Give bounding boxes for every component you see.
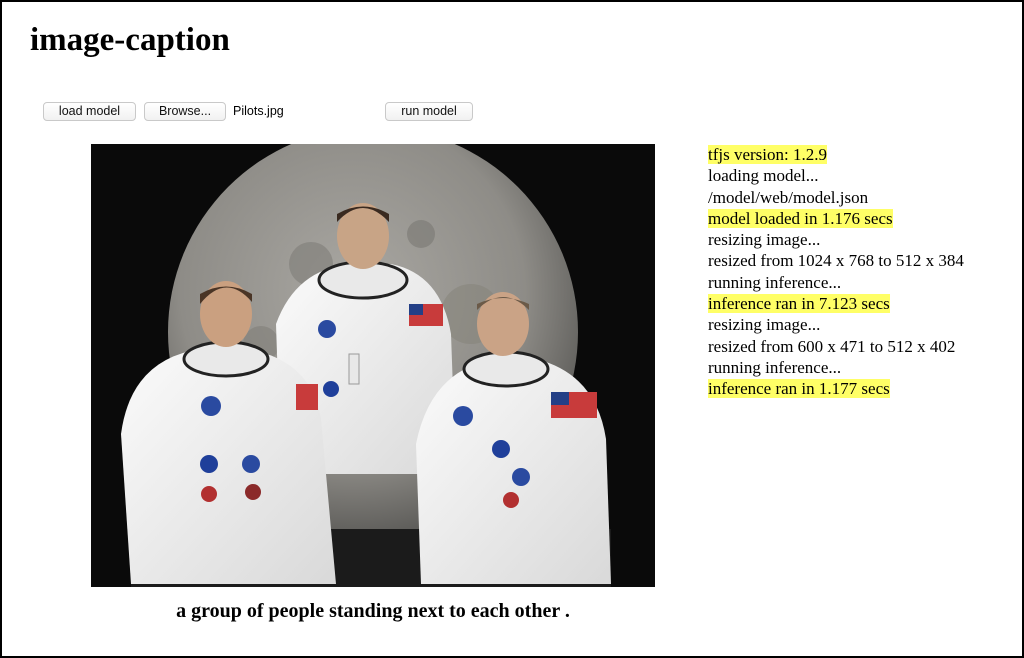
log-line: running inference...: [708, 357, 1008, 378]
generated-caption: a group of people standing next to each …: [176, 600, 570, 622]
log-line-text: resizing image...: [708, 315, 821, 335]
astronaut-photo: [91, 144, 655, 587]
log-line: resizing image...: [708, 229, 1008, 250]
log-line-text: resized from 1024 x 768 to 512 x 384: [708, 251, 964, 271]
log-line-text: loading model...: [708, 166, 819, 186]
log-line-text: resized from 600 x 471 to 512 x 402: [708, 336, 956, 356]
log-line-text: resizing image...: [708, 230, 821, 250]
page-title: image-caption: [30, 22, 230, 58]
log-line: inference ran in 7.123 secs: [708, 293, 1008, 314]
input-image: [91, 144, 655, 587]
log-line-highlighted-text: inference ran in 7.123 secs: [708, 294, 890, 314]
log-line: inference ran in 1.177 secs: [708, 378, 1008, 399]
log-line-text: running inference...: [708, 357, 842, 377]
load-model-button[interactable]: load model: [43, 102, 136, 121]
log-line: resizing image...: [708, 314, 1008, 335]
log-line: model loaded in 1.176 secs: [708, 208, 1008, 229]
log-line: /model/web/model.json: [708, 187, 1008, 208]
log-line: tfjs version: 1.2.9: [708, 144, 1008, 165]
log-line-text: /model/web/model.json: [708, 187, 869, 207]
log-line: resized from 1024 x 768 to 512 x 384: [708, 250, 1008, 271]
selected-file-name: Pilots.jpg: [233, 104, 284, 118]
run-model-button[interactable]: run model: [385, 102, 473, 121]
log-line: resized from 600 x 471 to 512 x 402: [708, 336, 1008, 357]
app-frame: image-caption load model Browse... Pilot…: [0, 0, 1024, 658]
log-line-highlighted-text: inference ran in 1.177 secs: [708, 379, 890, 399]
status-log: tfjs version: 1.2.9 loading model.../mode…: [708, 144, 1008, 400]
log-line: running inference...: [708, 272, 1008, 293]
log-line-highlighted-text: model loaded in 1.176 secs: [708, 208, 893, 228]
log-line: loading model...: [708, 165, 1008, 186]
browse-file-button[interactable]: Browse...: [144, 102, 226, 121]
log-line-text: running inference...: [708, 272, 842, 292]
log-line-highlighted-text: tfjs version: 1.2.9: [708, 145, 827, 164]
